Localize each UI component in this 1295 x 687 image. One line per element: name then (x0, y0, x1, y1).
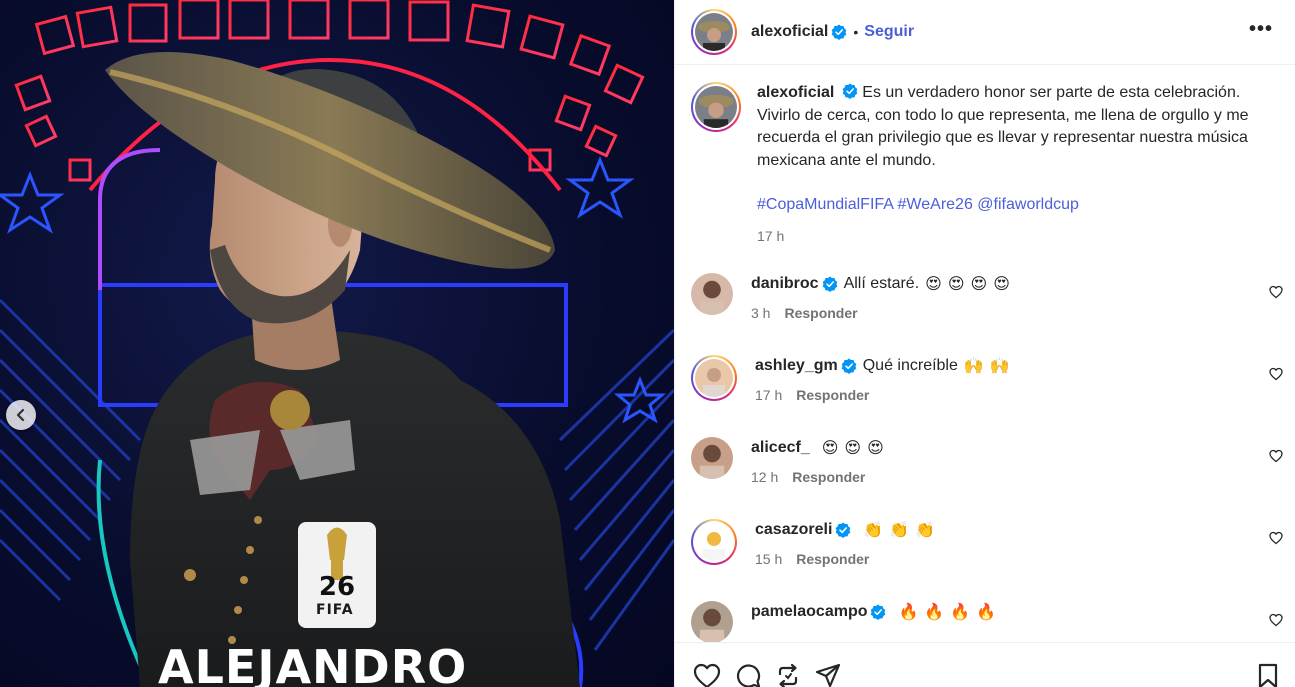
fifa-logo-text: FIFA (316, 602, 354, 618)
caption-time[interactable]: 17 h (757, 225, 1257, 248)
comment-time[interactable]: 12 h (751, 469, 778, 485)
comment-time[interactable]: 3 h (751, 305, 770, 321)
avatar-image (695, 86, 737, 128)
comment-emoji: 🔥 (898, 604, 919, 621)
comment-emoji: 😍 (925, 276, 942, 293)
avatar-image (695, 13, 733, 51)
verified-badge-icon (871, 604, 886, 620)
commenter-avatar[interactable] (691, 519, 737, 565)
comment-emoji: 🔥 (924, 604, 945, 621)
comment-text: Allí estaré. (843, 275, 920, 292)
commenter-avatar[interactable] (691, 437, 733, 479)
comment-emoji: 😍 (993, 276, 1010, 293)
poster-artwork: 26 (0, 0, 674, 687)
comment-like-heart-icon[interactable] (1269, 613, 1283, 627)
comment-emoji: 👏 (915, 522, 936, 539)
comment-row: pamelaocampo 🔥 🔥 🔥 🔥 (675, 601, 1295, 642)
comment-like-heart-icon[interactable] (1269, 367, 1283, 381)
post-header: alexoficial • Seguir ••• (675, 0, 1295, 65)
verified-badge-icon (832, 24, 847, 40)
comment-emoji: 👏 (889, 522, 910, 539)
avatar-image (695, 523, 733, 561)
separator-dot: • (853, 24, 859, 40)
comment-row: casazoreli 👏 👏 👏 15 h Responder (675, 519, 1295, 601)
caption-avatar[interactable] (691, 82, 741, 132)
share-icon[interactable] (815, 663, 841, 687)
caption-line-2: Vivirlo de cerca, con todo lo que repres… (757, 106, 1249, 169)
caption-username[interactable]: alexoficial (757, 84, 834, 101)
post-action-bar (675, 642, 1295, 687)
commenter-avatar[interactable] (691, 355, 737, 401)
caption-hashtags: #CopaMundialFIFA #WeAre26 @fifaworldcup (757, 194, 1257, 217)
commenter-avatar[interactable] (691, 273, 733, 315)
chevron-left-icon (16, 408, 25, 422)
comment-time[interactable]: 17 h (755, 387, 782, 403)
commenter-avatar[interactable] (691, 601, 733, 642)
comment-row: ashley_gm Qué increíble 🙌 🙌 17 h Responde… (675, 355, 1295, 437)
comment-username[interactable]: casazoreli (755, 521, 832, 539)
comment-emoji: 🙌 (989, 358, 1010, 375)
bookmark-icon[interactable] (1257, 663, 1279, 687)
comment-emoji: 😍 (947, 276, 965, 293)
comment-like-heart-icon[interactable] (1269, 531, 1283, 545)
verified-badge-icon (841, 358, 857, 374)
hashtag-link[interactable]: #WeAre26 (898, 196, 973, 213)
comment-username[interactable]: ashley_gm (755, 357, 838, 375)
comment-like-heart-icon[interactable] (1269, 285, 1283, 299)
comment-username[interactable]: danibroc (751, 275, 819, 293)
comments-scroll-area[interactable]: alexoficial Es un verdadero honor ser pa… (675, 66, 1295, 642)
reply-button[interactable]: Responder (784, 305, 857, 321)
comment-row: danibroc Allí estaré. 😍 😍 😍 😍 3 h Responder (675, 273, 1295, 355)
reply-button[interactable]: Responder (796, 551, 869, 567)
comment-emoji: 🔥 (950, 604, 971, 621)
comment-username[interactable]: pamelaocampo (751, 603, 867, 621)
comment-emoji: 😍 (970, 276, 988, 293)
hashtag-link[interactable]: #CopaMundialFIFA (757, 196, 893, 213)
heart-icon[interactable] (693, 663, 721, 687)
comment-emoji: 🙌 (963, 358, 984, 375)
comment-icon[interactable] (735, 663, 761, 687)
comment-emoji: 🔥 (976, 604, 997, 621)
comment-emoji: 😍 (844, 440, 862, 457)
mention-link[interactable]: @fifaworldcup (977, 196, 1079, 213)
author-avatar[interactable] (691, 9, 737, 55)
comment-row: alicecf_ 😍 😍 😍 12 h Responder (675, 437, 1295, 519)
author-username[interactable]: alexoficial (751, 23, 828, 41)
reply-button[interactable]: Responder (792, 469, 865, 485)
comment-text: Qué increíble (862, 357, 958, 374)
follow-button[interactable]: Seguir (864, 23, 914, 41)
post-media: 26 FIFA ALEJANDRO (0, 0, 674, 687)
avatar-image (695, 359, 733, 397)
reply-button[interactable]: Responder (796, 387, 869, 403)
caption-line-1: Es un verdadero honor ser parte de esta … (862, 84, 1241, 101)
comment-like-heart-icon[interactable] (1269, 449, 1283, 463)
comments-list: danibroc Allí estaré. 😍 😍 😍 😍 3 h Responder… (675, 273, 1295, 642)
more-options-button[interactable]: ••• (1249, 18, 1273, 41)
comment-time[interactable]: 15 h (755, 551, 782, 567)
post-caption: alexoficial Es un verdadero honor ser pa… (675, 66, 1295, 247)
verified-badge-icon (836, 522, 851, 538)
comment-emoji: 😍 (821, 440, 839, 457)
comment-emoji: 👏 (863, 522, 884, 539)
post-panel: alexoficial • Seguir ••• alexoficial Es … (674, 0, 1295, 687)
poster-name-text: ALEJANDRO (158, 640, 468, 687)
repost-icon[interactable] (775, 663, 801, 687)
fifa-logo-number: 26 (319, 572, 355, 602)
comment-emoji: 😍 (867, 440, 884, 457)
carousel-prev-button[interactable] (6, 400, 36, 430)
verified-badge-icon (842, 83, 858, 99)
verified-badge-icon (822, 276, 837, 292)
comment-username[interactable]: alicecf_ (751, 439, 810, 457)
